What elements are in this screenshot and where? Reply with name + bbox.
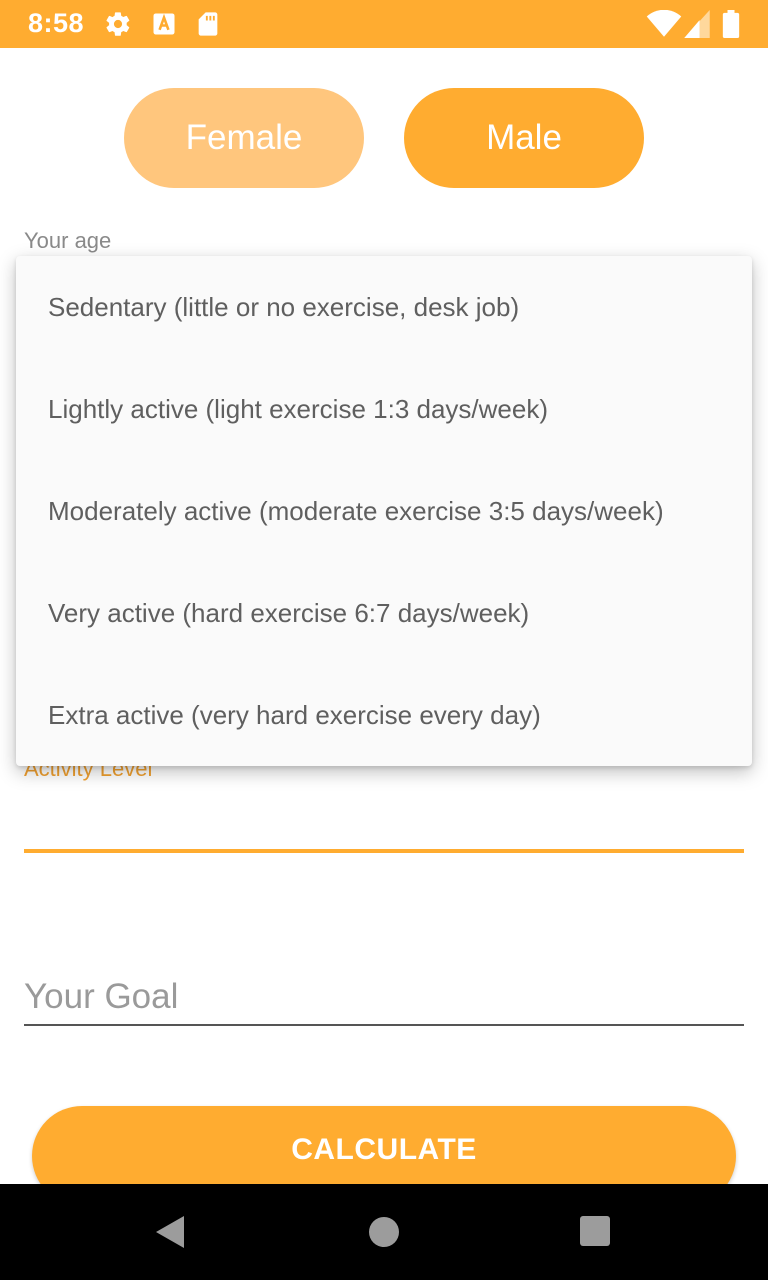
status-time: 8:58 [28,8,85,38]
recents-icon[interactable] [580,1216,610,1246]
activity-option-sedentary[interactable]: Sedentary (little or no exercise, desk j… [16,256,752,358]
goal-input[interactable] [24,970,744,1026]
home-icon[interactable] [369,1217,399,1247]
age-label: Your age [24,228,112,253]
gear-icon [104,10,132,38]
wifi-icon [646,9,682,38]
activity-option-extra-active[interactable]: Extra active (very hard exercise every d… [16,664,752,766]
battery-icon [722,10,740,38]
back-icon[interactable] [154,1214,186,1250]
activity-level-dropdown: Sedentary (little or no exercise, desk j… [16,256,752,766]
activity-option-very-active[interactable]: Very active (hard exercise 6:7 days/week… [16,562,752,664]
activity-level-field-underline[interactable] [24,849,744,853]
male-button[interactable]: Male [404,88,644,188]
sd-card-icon [194,10,222,38]
status-bar: 8:58 [0,0,768,48]
activity-option-moderately-active[interactable]: Moderately active (moderate exercise 3:5… [16,460,752,562]
text-a-icon [150,10,178,38]
female-button[interactable]: Female [124,88,364,188]
signal-icon [684,10,710,38]
activity-option-lightly-active[interactable]: Lightly active (light exercise 1:3 days/… [16,358,752,460]
